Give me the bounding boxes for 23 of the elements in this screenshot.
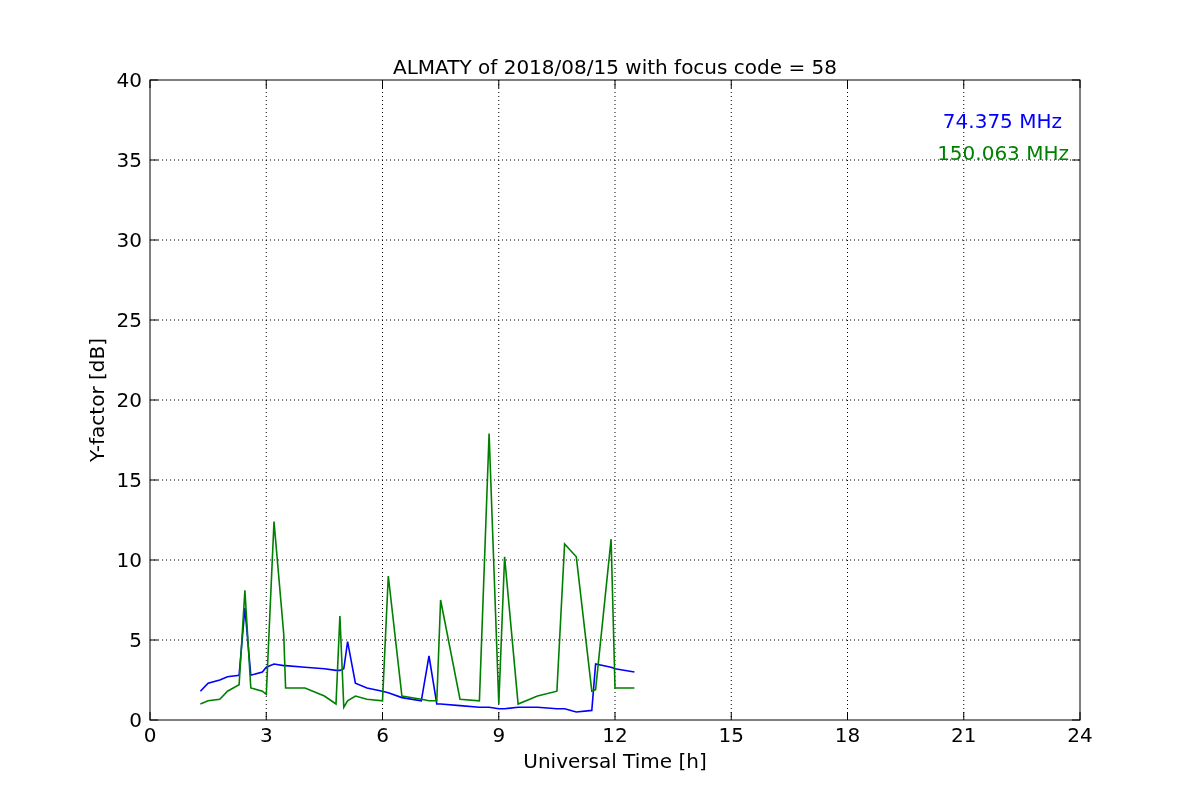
x-axis-title: Universal Time [h] [523,749,707,773]
tick-label: 24 [1067,723,1093,747]
tick-label: 12 [602,723,628,747]
tick-label: 3 [259,723,273,747]
legend-label: 150.063 MHz [937,141,1069,165]
tick-label: 35 [116,148,142,172]
tick-label: 25 [116,308,142,332]
y-axis-title: Y-factor [dB] [85,338,109,462]
chart-title: ALMATY of 2018/08/15 with focus code = 58 [393,55,837,79]
tick-label: 21 [951,723,977,747]
tick-label: 20 [116,388,142,412]
tick-label: 0 [143,723,157,747]
tick-label: 10 [116,548,142,572]
tick-label: 18 [834,723,861,747]
tick-label: 15 [718,723,744,747]
legend-label: 74.375 MHz [942,109,1062,133]
tick-label: 5 [129,628,142,652]
tick-label: 40 [116,68,142,92]
tick-label: 6 [376,723,389,747]
tick-label: 15 [116,468,142,492]
tick-label: 30 [116,228,142,252]
tick-label: 9 [492,723,506,747]
tick-label: 0 [129,708,142,732]
